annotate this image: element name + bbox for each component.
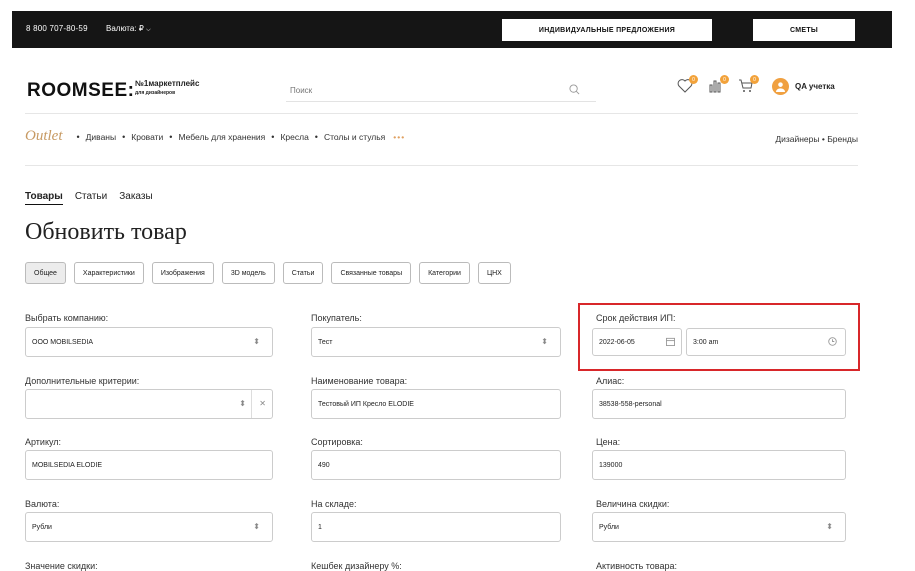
highlight-box (578, 303, 860, 371)
alias-label: Алиас: (596, 376, 625, 386)
sort-label: Сортировка: (311, 437, 363, 447)
nav-item[interactable]: Мебель для хранения (178, 132, 265, 142)
nav-item[interactable]: Кресла (280, 132, 308, 142)
active-label: Активность товара: (596, 561, 677, 571)
select-arrows-icon: ⬍ (541, 337, 548, 346)
subtab-related-products[interactable]: Связанные товары (331, 262, 412, 284)
price-value: 139000 (599, 461, 623, 469)
estimates-button[interactable]: СМЕТЫ (753, 19, 855, 41)
search-box (286, 80, 596, 102)
phone-link[interactable]: 8 800 707-80-59 (26, 24, 88, 33)
cart-button[interactable]: 0 (738, 75, 759, 98)
buyer-value: Тест (318, 338, 333, 346)
page-title: Обновить товар (25, 219, 187, 245)
alias-input[interactable]: 38538-558-personal (592, 389, 846, 419)
cart-badge: 0 (750, 75, 759, 84)
stock-label: На складе: (311, 499, 357, 509)
individual-offers-button[interactable]: ИНДИВИДУАЛЬНЫЕ ПРЕДЛОЖЕНИЯ (502, 19, 712, 41)
clear-icon[interactable]: ✕ (259, 399, 266, 408)
sku-input[interactable]: MOBILSEDIA ELODIE (25, 450, 273, 480)
currency-label: Валюта: ₽ (106, 24, 144, 33)
currency-label: Валюта: (25, 499, 60, 509)
discount-value: Рубли (599, 523, 619, 531)
nav-item[interactable]: Диваны (86, 132, 116, 142)
criteria-label: Дополнительные критерии: (25, 376, 140, 386)
currency-value: Рубли (32, 523, 52, 531)
company-value: ООО MOBILSEDIA (32, 338, 94, 346)
alias-value: 38538-558-personal (599, 400, 662, 408)
account-menu[interactable]: QA учетка (772, 78, 835, 95)
subtab-images[interactable]: Изображения (151, 262, 214, 284)
price-label: Цена: (596, 437, 621, 447)
cashback-label: Кешбек дизайнеру %: (311, 561, 402, 571)
user-avatar-icon (772, 78, 789, 95)
search-input[interactable] (286, 81, 546, 100)
tab-products[interactable]: Товары (25, 191, 63, 205)
select-arrows-icon: ⬍ (826, 522, 833, 531)
sku-value: MOBILSEDIA ELODIE (32, 461, 103, 469)
select-arrows-icon: ⬍ (253, 337, 260, 346)
favorites-badge: 0 (689, 75, 698, 84)
nav-item[interactable]: Кровати (131, 132, 163, 142)
subtab-3d-model[interactable]: 3D модель (221, 262, 275, 284)
company-label: Выбрать компанию: (25, 313, 109, 323)
category-nav: Outlet • Диваны • Кровати • Мебель для х… (25, 128, 406, 145)
sort-value: 490 (318, 461, 330, 469)
subtab-categories[interactable]: Категории (419, 262, 470, 284)
subtab-cnh[interactable]: ЦНХ (477, 262, 511, 284)
nav-outlet[interactable]: Outlet (25, 128, 63, 145)
form-subtabs: Общее Характеристики Изображения 3D моде… (25, 262, 511, 284)
stock-input[interactable]: 1 (311, 512, 561, 542)
subtab-articles[interactable]: Статьи (282, 262, 324, 284)
compare-button[interactable]: 0 (708, 75, 729, 98)
discount-select[interactable]: Рубли ⬍ (592, 512, 846, 542)
favorites-button[interactable]: 0 (677, 75, 698, 98)
stock-value: 1 (318, 523, 322, 531)
buyer-label: Покупатель: (311, 313, 362, 323)
nav-more-button[interactable]: ••• (393, 132, 405, 142)
divider (25, 165, 858, 166)
currency-selector[interactable]: Валюта: ₽ ⌵ (106, 24, 151, 34)
logo-tagline: №1маркетплейс (135, 79, 200, 88)
select-arrows-icon: ⬍ (239, 399, 246, 408)
company-select[interactable]: ООО MOBILSEDIA ⬍ (25, 327, 273, 357)
tab-articles[interactable]: Статьи (75, 191, 107, 205)
select-arrows-icon: ⬍ (253, 522, 260, 531)
product-name-input[interactable]: Тестовый ИП Кресло ELODIE (311, 389, 561, 419)
price-input[interactable]: 139000 (592, 450, 846, 480)
logo-tagline-sub: для дизайнеров (135, 90, 176, 96)
search-icon[interactable] (569, 82, 580, 100)
account-name: QA учетка (795, 82, 835, 91)
criteria-select[interactable]: ⬍ ✕ (25, 389, 273, 419)
sku-label: Артикул: (25, 437, 62, 447)
compare-badge: 0 (720, 75, 729, 84)
section-tabs: Товары Статьи Заказы (25, 191, 153, 205)
divider (25, 113, 858, 114)
nav-item[interactable]: Столы и стулья (324, 132, 385, 142)
product-name-value: Тестовый ИП Кресло ELODIE (318, 400, 414, 408)
discount-label: Величина скидки: (596, 499, 670, 509)
discount-amount-label: Значение скидки: (25, 561, 98, 571)
chevron-down-icon: ⌵ (146, 27, 151, 33)
buyer-select[interactable]: Тест ⬍ (311, 327, 561, 357)
logo[interactable]: ROOMSEE: (27, 80, 134, 102)
sort-input[interactable]: 490 (311, 450, 561, 480)
currency-select[interactable]: Рубли ⬍ (25, 512, 273, 542)
nav-designers-brands[interactable]: Дизайнеры • Бренды (775, 134, 858, 144)
tab-orders[interactable]: Заказы (119, 191, 152, 205)
product-name-label: Наименование товара: (311, 376, 408, 386)
top-bar: 8 800 707-80-59 Валюта: ₽ ⌵ ИНДИВИДУАЛЬН… (12, 11, 892, 48)
subtab-characteristics[interactable]: Характеристики (73, 262, 144, 284)
subtab-general[interactable]: Общее (25, 262, 66, 284)
